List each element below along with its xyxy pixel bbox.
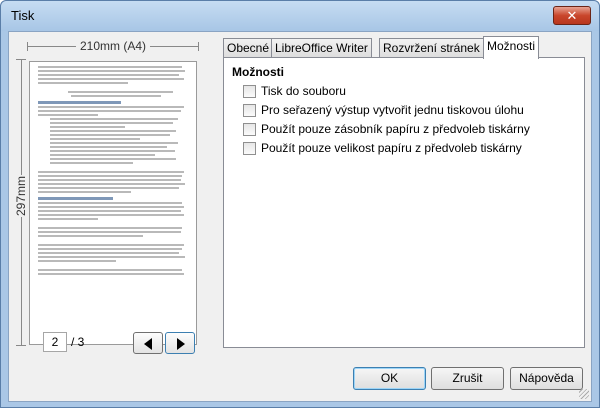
page-total-label: / 3 bbox=[71, 335, 85, 349]
close-icon: ✕ bbox=[566, 8, 578, 23]
option-label: Tisk do souboru bbox=[261, 84, 346, 98]
ok-button[interactable]: OK bbox=[353, 367, 426, 390]
tab-general[interactable]: Obecné bbox=[223, 38, 274, 58]
options-section-title: Možnosti bbox=[232, 65, 284, 79]
previous-page-button[interactable] bbox=[133, 332, 163, 354]
options-panel: Možnosti Tisk do souboru Pro seřazený vý… bbox=[223, 57, 585, 348]
tab-options[interactable]: Možnosti bbox=[483, 36, 540, 59]
option-label: Použít pouze zásobník papíru z předvoleb… bbox=[261, 122, 530, 136]
page-navigation: 2 / 3 bbox=[43, 332, 213, 354]
cancel-button[interactable]: Zrušit bbox=[431, 367, 504, 390]
preview-height-dimension: 297mm bbox=[14, 59, 28, 346]
tab-libreoffice-writer[interactable]: LibreOffice Writer bbox=[271, 38, 372, 58]
print-dialog: Tisk ✕ 210mm (A4) 297mm 2 / 3 Obecné Lib… bbox=[0, 0, 600, 408]
tab-page-layout[interactable]: Rozvržení stránek bbox=[379, 38, 484, 58]
preview-height-label: 297mm bbox=[14, 175, 28, 217]
help-button[interactable]: Nápověda bbox=[510, 367, 583, 390]
checkbox[interactable] bbox=[243, 85, 256, 98]
dialog-body: 210mm (A4) 297mm 2 / 3 Obecné LibreOffic… bbox=[8, 31, 592, 402]
preview-width-label: 210mm (A4) bbox=[75, 39, 151, 53]
next-page-button[interactable] bbox=[165, 332, 195, 354]
preview-width-dimension: 210mm (A4) bbox=[27, 39, 199, 53]
page-number-input[interactable]: 2 bbox=[43, 332, 67, 352]
option-label: Použít pouze velikost papíru z předvoleb… bbox=[261, 141, 522, 155]
window-title: Tisk bbox=[11, 8, 35, 23]
page-preview bbox=[29, 61, 197, 345]
checkbox[interactable] bbox=[243, 142, 256, 155]
triangle-left-icon bbox=[144, 338, 152, 350]
checkbox[interactable] bbox=[243, 123, 256, 136]
title-bar[interactable]: Tisk ✕ bbox=[1, 1, 599, 31]
option-label: Pro seřazený výstup vytvořit jednu tisko… bbox=[261, 103, 524, 117]
close-button[interactable]: ✕ bbox=[553, 6, 591, 25]
checkbox[interactable] bbox=[243, 104, 256, 117]
resize-grip[interactable] bbox=[579, 389, 589, 399]
tab-bar: Obecné LibreOffice Writer Rozvržení strá… bbox=[223, 36, 540, 59]
triangle-right-icon bbox=[177, 338, 185, 350]
